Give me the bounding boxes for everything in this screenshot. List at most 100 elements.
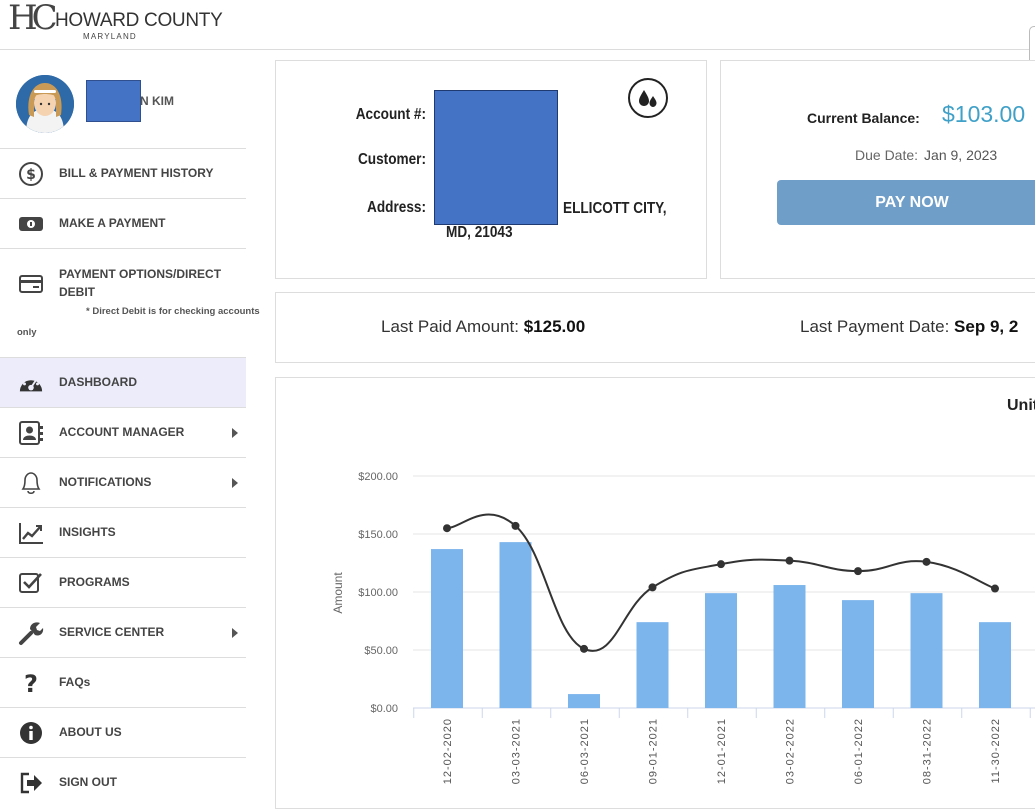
sidebar-item-account-manager[interactable]: ACCOUNT MANAGER (0, 408, 246, 458)
chevron-right-icon (232, 628, 238, 638)
gauge-icon (18, 370, 44, 396)
line-point (991, 584, 999, 593)
avatar[interactable] (16, 75, 74, 133)
svg-text:$: $ (26, 167, 36, 183)
x-tick-label: 06-01-2022 (853, 718, 865, 784)
x-tick-label: 12-01-2021 (716, 718, 728, 784)
usage-chart: $0.00 $50.00 $100.00 $150.00 $200.00 Amount 12… (331, 471, 1035, 784)
current-balance-label: Current Balance: (807, 110, 920, 126)
last-payment-date: Last Payment Date: Sep 9, 2 (800, 317, 1018, 337)
y-tick-label: $200.00 (358, 471, 398, 483)
top-header: HC HOWARD COUNTY MARYLAND (0, 0, 1035, 66)
bar (773, 585, 806, 708)
line-point (580, 644, 588, 653)
sidebar-item-label: MAKE A PAYMENT (59, 216, 166, 230)
bar (499, 542, 532, 708)
line-point (854, 567, 862, 576)
sidebar: N KIM $ BILL & PAYMENT HISTORY MAKE A PA… (0, 50, 260, 794)
logo-monogram: HC (8, 0, 58, 38)
y-tick-label: $100.00 (358, 587, 398, 599)
address-label: Address: (367, 199, 426, 216)
bar (636, 622, 669, 708)
sidebar-item-make-payment[interactable]: MAKE A PAYMENT (0, 199, 246, 249)
org-name: HOWARD COUNTY (55, 10, 223, 31)
sidebar-item-label: BILL & PAYMENT HISTORY (59, 166, 214, 180)
account-number-label: Account #: (355, 106, 426, 123)
line-point (648, 583, 657, 592)
due-date: Due Date: Jan 9, 2023 (855, 147, 997, 163)
last-payment-date-value: Sep 9, 2 (954, 317, 1019, 336)
usage-chart-card: Unit $0.00 $50.00 $100.00 $150.00 $200.00 Amo… (275, 377, 1035, 809)
bar (568, 694, 600, 708)
org-state: MARYLAND (83, 32, 137, 41)
svg-text:?: ? (24, 670, 38, 696)
account-info-card: Account #: Customer: Address: ELLICOTT C… (275, 60, 707, 279)
direct-debit-note-cont: only (17, 327, 37, 338)
y-tick-label: $150.00 (358, 529, 398, 541)
wrench-icon (18, 620, 44, 646)
y-tick-label: $50.00 (364, 645, 398, 657)
bar (910, 593, 943, 708)
sidebar-item-service-center[interactable]: SERVICE CENTER (0, 608, 246, 658)
sidebar-item-bill-history[interactable]: $ BILL & PAYMENT HISTORY (0, 149, 246, 199)
credit-card-icon (18, 271, 44, 297)
sidebar-item-label: ABOUT US (59, 725, 122, 739)
last-paid-amount: Last Paid Amount: $125.00 (381, 317, 585, 337)
due-date-value: Jan 9, 2023 (924, 147, 998, 163)
sidebar-item-notifications[interactable]: NOTIFICATIONS (0, 458, 246, 508)
avatar-icon (16, 75, 74, 133)
sidebar-item-sign-out[interactable]: SIGN OUT (0, 758, 246, 807)
water-drops-icon (628, 78, 668, 118)
chevron-right-icon (232, 428, 238, 438)
sidebar-item-programs[interactable]: PROGRAMS (0, 558, 246, 608)
county-logo[interactable]: HC HOWARD COUNTY MARYLAND (8, 0, 223, 48)
sidebar-item-label: DASHBOARD (59, 375, 137, 389)
sidebar-item-label: NOTIFICATIONS (59, 475, 152, 489)
x-tick-label: 06-03-2021 (579, 718, 591, 784)
line-point (922, 557, 931, 566)
due-date-label: Due Date: (855, 147, 919, 163)
bar (842, 600, 874, 708)
sidebar-item-faqs[interactable]: ? FAQs (0, 658, 246, 708)
info-icon (18, 720, 44, 746)
last-paid-amount-value: $125.00 (523, 317, 586, 336)
chevron-right-icon (232, 478, 238, 488)
sidebar-item-label: FAQs (59, 675, 91, 689)
y-tick-label: $0.00 (370, 703, 398, 715)
sidebar-item-label: PAYMENT OPTIONS/DIRECT DEBIT (59, 267, 222, 299)
profile-panel: N KIM (0, 50, 246, 149)
line-point (717, 560, 725, 569)
y-axis-label: Amount (331, 572, 345, 614)
last-payment-date-label: Last Payment Date: (800, 317, 950, 336)
pay-now-button[interactable]: PAY NOW (777, 180, 1035, 225)
x-tick-label: 03-02-2022 (785, 718, 797, 784)
current-balance-value: $103.00 (942, 101, 1026, 127)
bar (705, 593, 737, 708)
checkbox-icon (18, 570, 44, 596)
balance-card: Current Balance: $103.00 Due Date: Jan 9,… (720, 60, 1035, 279)
line-point (511, 521, 520, 530)
address-line-1: ELLICOTT CITY, (563, 200, 667, 217)
user-name: N KIM (140, 94, 174, 108)
sidebar-item-payment-options[interactable]: PAYMENT OPTIONS/DIRECT DEBIT * Direct De… (0, 249, 260, 358)
address-line-2: MD, 21043 (446, 224, 513, 241)
redacted-name (86, 80, 141, 122)
x-tick-label: 09-01-2021 (648, 718, 660, 784)
sidebar-item-insights[interactable]: INSIGHTS (0, 508, 246, 558)
sidebar-item-label: SERVICE CENTER (59, 625, 165, 639)
last-paid-amount-label: Last Paid Amount: (381, 317, 519, 336)
line-point (443, 524, 451, 533)
sidebar-item-label: PROGRAMS (59, 575, 130, 589)
x-tick-label: 03-03-2021 (511, 718, 523, 784)
direct-debit-note: * Direct Debit is for checking accounts (86, 306, 260, 317)
last-payment-card: Last Paid Amount: $125.00 Last Payment D… (275, 292, 1035, 363)
sidebar-item-about-us[interactable]: ABOUT US (0, 708, 246, 758)
bar (431, 549, 463, 708)
bell-icon (18, 470, 44, 496)
sign-out-icon (18, 770, 44, 796)
x-tick-label: 12-02-2020 (442, 718, 454, 784)
trend-chart-icon (18, 520, 44, 546)
sidebar-item-dashboard[interactable]: DASHBOARD (0, 358, 246, 408)
redacted-account-details (434, 90, 558, 225)
x-tick-label: 08-31-2022 (922, 718, 934, 784)
